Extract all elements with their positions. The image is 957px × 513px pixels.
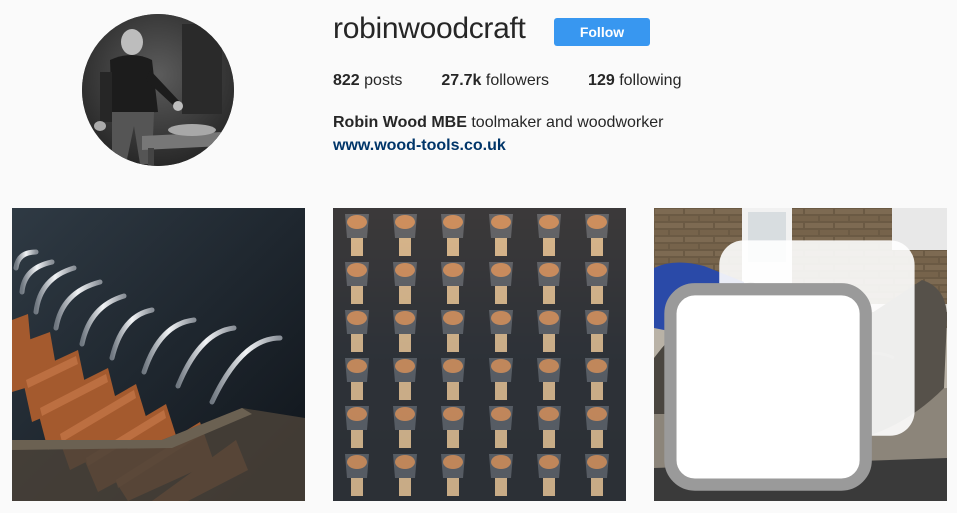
- followers-stat[interactable]: 27.7k followers: [441, 72, 549, 90]
- post-thumbnail-carving-knives[interactable]: [12, 208, 305, 501]
- post-image-axes: [333, 208, 626, 501]
- avatar-photo: [82, 14, 234, 166]
- post-thumbnail-axe-heads[interactable]: [333, 208, 626, 501]
- posts-count: 822: [333, 72, 360, 89]
- profile-avatar[interactable]: [82, 14, 234, 166]
- following-stat[interactable]: 129 following: [588, 72, 681, 90]
- website-link[interactable]: www.wood-tools.co.uk: [333, 137, 506, 155]
- profile-bio: Robin Wood MBE toolmaker and woodworker: [333, 114, 663, 132]
- follow-button[interactable]: Follow: [554, 18, 650, 46]
- following-label: following: [619, 72, 682, 89]
- followers-label: followers: [485, 72, 550, 89]
- post-image-knives: [12, 208, 305, 501]
- profile-stats: 822 posts 27.7k followers 129 following: [333, 72, 720, 90]
- posts-label: posts: [364, 72, 403, 89]
- posts-stat: 822 posts: [333, 72, 402, 90]
- following-count: 129: [588, 72, 615, 89]
- profile-username: robinwoodcraft: [333, 12, 526, 45]
- multiple-photos-icon: [664, 240, 915, 491]
- post-thumbnail-hollowed-logs[interactable]: [654, 208, 947, 501]
- followers-count: 27.7k: [441, 72, 482, 89]
- bio-description: toolmaker and woodworker: [471, 114, 664, 131]
- bio-name: Robin Wood MBE: [333, 114, 467, 131]
